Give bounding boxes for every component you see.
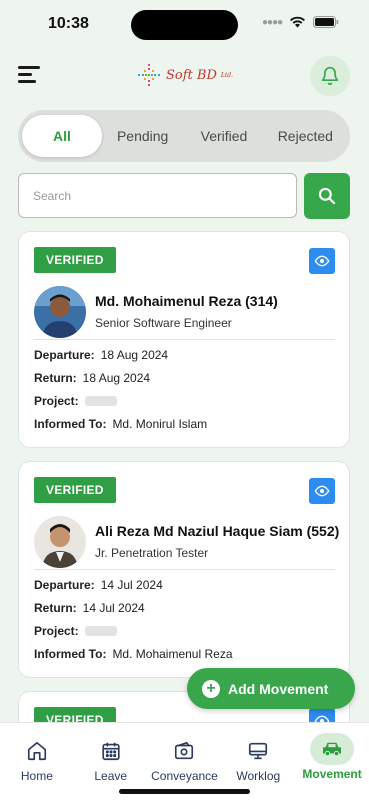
tab-rejected[interactable]: Rejected xyxy=(265,115,346,157)
logo-suffix: Ltd. xyxy=(220,71,234,79)
menu-icon xyxy=(18,66,40,69)
tab-all[interactable]: All xyxy=(22,115,102,157)
calendar-icon xyxy=(91,737,131,765)
employee-name: Md. Mohaimenul Reza (314) xyxy=(95,293,278,309)
wifi-icon xyxy=(290,16,306,28)
filter-tabs: All Pending Verified Rejected xyxy=(18,110,350,162)
movement-card[interactable]: VERIFIED Md. Mohaimenul Reza (314) Senio… xyxy=(18,231,350,448)
departure-row: Departure: 14 Jul 2024 xyxy=(34,578,163,592)
add-movement-label: Add Movement xyxy=(228,680,329,697)
avatar xyxy=(34,516,86,568)
informed-value: Md. Monirul Islam xyxy=(112,417,208,431)
view-button[interactable] xyxy=(309,248,335,274)
nav-item-home[interactable]: Home xyxy=(0,723,74,800)
eye-icon xyxy=(314,255,330,267)
monitor-icon xyxy=(238,737,278,765)
informed-row: Informed To: Md. Mohaimenul Reza xyxy=(34,647,233,661)
app-header: Soft BD Ltd. xyxy=(0,52,369,100)
home-indicator xyxy=(119,789,250,794)
employee-role: Senior Software Engineer xyxy=(95,316,232,330)
eye-icon xyxy=(314,485,330,497)
departure-label: Departure: xyxy=(34,578,95,592)
return-label: Return: xyxy=(34,601,77,615)
project-label: Project: xyxy=(34,394,79,408)
wallet-icon xyxy=(164,737,204,765)
bell-icon xyxy=(321,66,339,86)
informed-row: Informed To: Md. Monirul Islam xyxy=(34,417,207,431)
project-row: Project: xyxy=(34,624,117,638)
status-badge: VERIFIED xyxy=(34,477,116,503)
departure-value: 14 Jul 2024 xyxy=(100,578,163,592)
informed-value: Md. Mohaimenul Reza xyxy=(112,647,233,661)
search-input[interactable] xyxy=(18,173,297,218)
nav-label: Conveyance xyxy=(151,769,218,783)
signal-icon: ●●●● xyxy=(262,16,283,28)
informed-label: Informed To: xyxy=(34,417,107,431)
home-icon xyxy=(17,737,57,765)
tab-pending[interactable]: Pending xyxy=(102,115,183,157)
departure-row: Departure: 18 Aug 2024 xyxy=(34,348,168,362)
informed-label: Informed To: xyxy=(34,647,107,661)
nav-item-movement[interactable]: Movement xyxy=(295,723,369,800)
nav-label: Leave xyxy=(94,769,128,783)
return-row: Return: 14 Jul 2024 xyxy=(34,601,145,615)
nav-label: Home xyxy=(20,769,53,783)
avatar xyxy=(34,286,86,338)
notification-button[interactable] xyxy=(310,56,350,96)
status-time: 10:38 xyxy=(48,15,89,32)
employee-role: Jr. Penetration Tester xyxy=(95,546,209,560)
return-row: Return: 18 Aug 2024 xyxy=(34,371,150,385)
search-button[interactable] xyxy=(304,173,350,219)
status-bar: 10:38 ●●●● xyxy=(0,0,369,48)
logo-text: Soft BD xyxy=(166,67,217,83)
movement-card[interactable]: VERIFIED Ali Reza Md Naziul Haque Siam (… xyxy=(18,461,350,678)
departure-label: Departure: xyxy=(34,348,95,362)
logo-mark-icon xyxy=(138,64,160,86)
add-movement-button[interactable]: + Add Movement xyxy=(187,668,355,709)
employee-name: Ali Reza Md Naziul Haque Siam (552) xyxy=(95,523,340,539)
divider xyxy=(34,339,335,340)
company-logo: Soft BD Ltd. xyxy=(136,62,233,88)
status-icons: ●●●● xyxy=(262,16,339,28)
menu-button[interactable] xyxy=(18,66,40,86)
nav-label: Worklog xyxy=(236,769,281,783)
search-icon xyxy=(318,187,336,205)
battery-icon xyxy=(313,16,339,28)
return-label: Return: xyxy=(34,371,77,385)
project-value-redacted xyxy=(84,626,117,636)
car-icon xyxy=(310,733,355,765)
project-value-redacted xyxy=(84,396,117,406)
dynamic-island xyxy=(131,10,238,40)
departure-value: 18 Aug 2024 xyxy=(100,348,169,362)
divider xyxy=(34,569,335,570)
return-value: 14 Jul 2024 xyxy=(82,601,145,615)
status-badge: VERIFIED xyxy=(34,247,116,273)
project-row: Project: xyxy=(34,394,117,408)
project-label: Project: xyxy=(34,624,79,638)
view-button[interactable] xyxy=(309,478,335,504)
tab-verified[interactable]: Verified xyxy=(183,115,264,157)
plus-icon: + xyxy=(202,679,220,698)
nav-label: Movement xyxy=(302,767,362,781)
return-value: 18 Aug 2024 xyxy=(82,371,151,385)
